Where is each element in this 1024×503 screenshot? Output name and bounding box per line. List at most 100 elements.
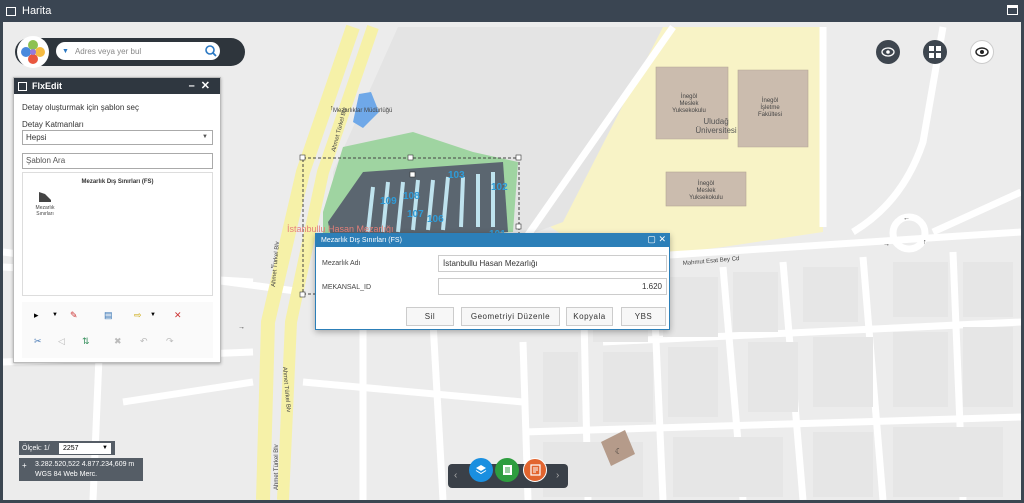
svg-text:Ahmet Türkel Blv: Ahmet Türkel Blv [274, 444, 280, 490]
scale-select[interactable]: 2257 ▼ [59, 443, 111, 454]
layers-select-value: Hepsi [26, 133, 47, 142]
svg-text:Fakültesi: Fakültesi [758, 112, 782, 118]
copy-button[interactable]: Kopyala [566, 307, 613, 326]
chevron-down-icon: ▼ [102, 445, 108, 451]
search-placeholder: Adres veya yer bul [74, 46, 142, 56]
svg-text:Üniversitesi: Üniversitesi [695, 126, 737, 135]
template-item[interactable]: Mezarlık Sınırları [33, 191, 57, 217]
svg-text:→: → [238, 324, 245, 331]
svg-text:↑: ↑ [330, 105, 334, 112]
layers-select[interactable]: Hepsi ▼ [22, 130, 213, 145]
svg-text:↓: ↓ [270, 263, 274, 270]
window-icon [6, 6, 16, 16]
edit-icon [18, 81, 27, 91]
undo-icon[interactable]: ↶ [140, 336, 148, 347]
template-item-label: Mezarlık Sınırları [35, 205, 55, 217]
svg-text:Meslek: Meslek [696, 188, 716, 194]
layers-visibility-button[interactable] [876, 40, 900, 64]
scale-value: 2257 [63, 445, 79, 452]
edit-widget-button[interactable] [523, 458, 547, 482]
svg-text:İnegöl: İnegöl [681, 93, 697, 100]
svg-text:Yuksekokulu: Yuksekokulu [689, 195, 723, 201]
polygon-template-icon [39, 192, 51, 202]
svg-text:107: 107 [407, 209, 424, 220]
maximize-icon[interactable]: ▢ [647, 234, 656, 244]
search-input[interactable]: ▼ Adres veya yer bul [56, 42, 220, 60]
coordinates-widget: + 3.282.520,522 4.877.234,609 m WGS 84 W… [19, 458, 143, 481]
ybs-button[interactable]: YBS [621, 307, 666, 326]
delete-icon[interactable]: ✕ [174, 310, 182, 321]
svg-text:106: 106 [427, 214, 444, 225]
flxedit-header: FlxEdit –✕ [14, 78, 220, 94]
svg-text:→: → [883, 241, 890, 248]
edit-geometry-button[interactable]: Geometriyi Düzenle [461, 307, 560, 326]
edit-toolbar: ▸ ▼ ✎ ▤ ⇨ ▼ ✕ ✂ ◁ ⇅ ✖ ↶ ↷ [22, 302, 213, 358]
window-title: Harita [22, 5, 52, 17]
basemap-gallery-button[interactable] [923, 40, 947, 64]
chevron-right-icon[interactable]: › [556, 470, 559, 481]
template-group-title: Mezarlık Dış Sınırları (FS) [81, 179, 154, 185]
eye-icon [975, 47, 989, 57]
coordinates-value: 3.282.520,522 4.877.234,609 m [35, 461, 135, 468]
cemetery-name-field[interactable]: İstanbullu Hasan Mezarlığı [438, 255, 667, 272]
close-button[interactable]: ✕ [201, 80, 216, 92]
chevron-down-icon: ▼ [202, 134, 208, 140]
flxedit-panel: FlxEdit –✕ Detay oluşturmak için şablon … [13, 77, 221, 363]
cut-icon[interactable]: ✖ [114, 336, 122, 347]
search-icon[interactable] [201, 42, 221, 60]
svg-text:←: ← [903, 215, 910, 222]
chevron-down-icon[interactable]: ▼ [52, 312, 58, 318]
template-list: Mezarlık Dış Sınırları (FS) Mezarlık Sın… [22, 172, 213, 296]
popup-title: Mezarlık Dış Sınırları (FS) [321, 237, 402, 244]
svg-text:103: 103 [448, 170, 465, 181]
reshape-icon[interactable]: ◁ [58, 336, 65, 347]
grid-icon [929, 46, 941, 58]
svg-text:102: 102 [491, 182, 508, 193]
mekansal-id-field[interactable]: 1.620 [438, 278, 667, 295]
field-label: MEKANSAL_ID [322, 284, 372, 291]
list-icon [502, 465, 512, 475]
search-dropdown-icon[interactable]: ▼ [62, 48, 69, 55]
popup-header: Mezarlık Dış Sınırları (FS) ▢ ✕ [316, 234, 669, 247]
svg-text:Yuksekokulu: Yuksekokulu [672, 108, 706, 114]
legend-widget-button[interactable] [495, 458, 519, 482]
layers-label: Detay Katmanları [22, 120, 84, 129]
minimize-button[interactable]: – [189, 80, 201, 92]
template-search-input[interactable]: Şablon Ara [22, 153, 213, 169]
split-icon[interactable]: ✂ [34, 336, 42, 347]
map-label-uludag: Uludağ [703, 117, 728, 126]
close-icon[interactable]: ✕ [658, 234, 666, 244]
eraser-icon[interactable]: ✎ [70, 310, 78, 321]
chevron-left-icon[interactable]: ‹ [454, 470, 457, 481]
chevron-down-icon[interactable]: ▼ [150, 312, 156, 318]
scale-label: Ölçek: 1/ [22, 444, 50, 452]
svg-text:109: 109 [380, 196, 397, 207]
svg-text:↑: ↑ [923, 239, 927, 246]
merge-icon[interactable]: ⇅ [82, 336, 90, 347]
layers-icon [475, 465, 487, 475]
svg-text:Meslek: Meslek [679, 101, 699, 107]
flxedit-title: FlxEdit [32, 81, 63, 91]
svg-text:İnegöl: İnegöl [698, 180, 714, 187]
visibility-button[interactable] [970, 40, 994, 64]
attributes-icon[interactable]: ▤ [104, 310, 113, 321]
attribute-popup: Mezarlık Dış Sınırları (FS) ▢ ✕ Mezarlık… [315, 233, 670, 330]
redo-icon[interactable]: ↷ [166, 336, 174, 347]
map-frame[interactable]: ☾ Mezarlıklar Müdürlüğü İnegöl Meslek Yu… [3, 22, 1021, 500]
svg-text:İnegöl: İnegöl [762, 97, 778, 104]
svg-text:108: 108 [403, 191, 420, 202]
flxedit-instruction: Detay oluşturmak için şablon seç [22, 103, 139, 112]
svg-text:İşletme: İşletme [760, 104, 780, 111]
field-label: Mezarlık Adı [322, 260, 361, 267]
coord-toggle-icon[interactable]: + [22, 461, 27, 470]
svg-text:☾: ☾ [615, 447, 622, 456]
layers-widget-button[interactable] [469, 458, 493, 482]
select-tool-icon[interactable]: ▸ [34, 310, 39, 321]
window-titlebar: Harita [0, 0, 1024, 22]
edit-icon [529, 464, 541, 476]
delete-button[interactable]: Sil [406, 307, 454, 326]
maximize-button[interactable] [1007, 5, 1018, 15]
move-icon[interactable]: ⇨ [134, 310, 142, 321]
app-logo[interactable] [17, 36, 49, 68]
projection-label: WGS 84 Web Merc. [35, 471, 98, 478]
